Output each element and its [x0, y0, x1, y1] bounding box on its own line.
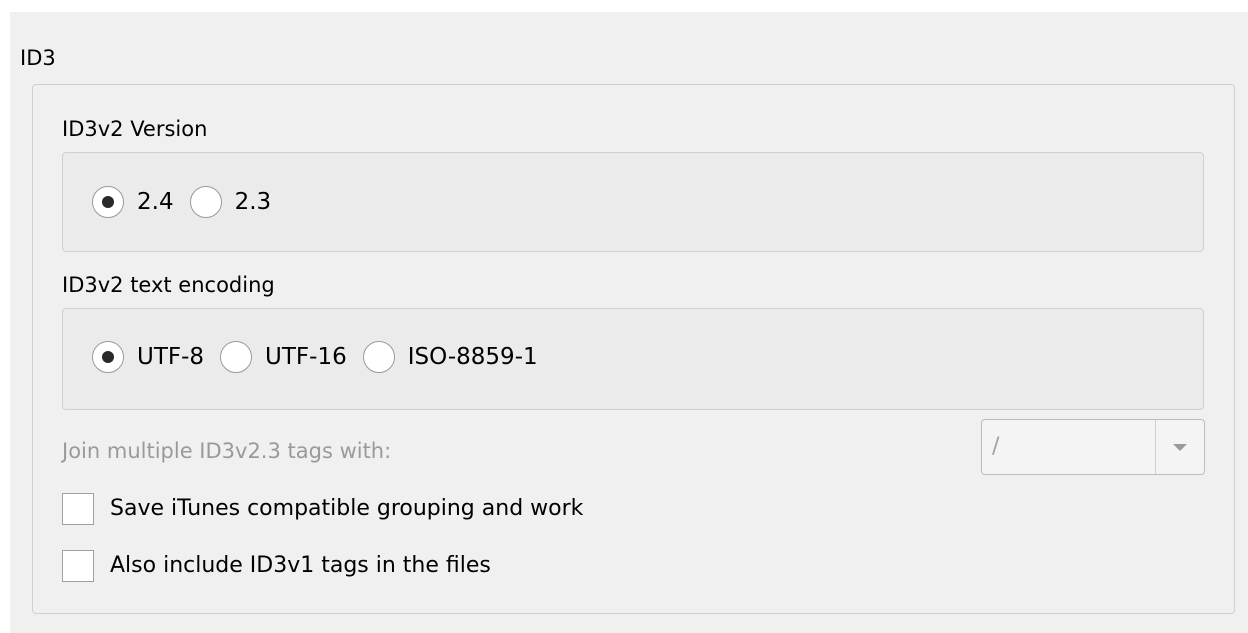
radio-label: 2.4: [137, 189, 174, 215]
join-separator-combobox[interactable]: /: [981, 419, 1205, 475]
radio-encoding-utf16[interactable]: UTF-16: [220, 341, 347, 373]
checkbox-label: Also include ID3v1 tags in the files: [110, 553, 491, 578]
include-id3v1-checkbox-row[interactable]: Also include ID3v1 tags in the files: [62, 550, 491, 582]
radio-selected-dot-icon: [102, 196, 114, 208]
save-itunes-grouping-checkbox-row[interactable]: Save iTunes compatible grouping and work: [62, 493, 583, 525]
radio-version-2-3[interactable]: 2.3: [189, 186, 272, 218]
id3v2-version-title: ID3v2 Version: [62, 117, 208, 141]
radio-button-icon[interactable]: [189, 186, 222, 218]
checkbox-label: Save iTunes compatible grouping and work: [110, 496, 584, 521]
radio-label: UTF-16: [265, 344, 347, 370]
radio-button-icon[interactable]: [362, 341, 395, 373]
radio-button-icon[interactable]: [220, 341, 253, 373]
combobox-dropdown-button[interactable]: [1155, 420, 1204, 474]
id3v2-version-radio-group: 2.4 2.3: [92, 186, 287, 218]
chevron-down-icon: [1173, 443, 1187, 451]
radio-encoding-utf8[interactable]: UTF-8: [92, 341, 204, 373]
radio-version-2-4[interactable]: 2.4: [92, 186, 174, 218]
include-id3v1-checkbox[interactable]: [62, 550, 94, 582]
radio-encoding-iso-8859-1[interactable]: ISO-8859-1: [362, 341, 538, 373]
join-tags-label: Join multiple ID3v2.3 tags with:: [62, 439, 392, 463]
radio-label: 2.3: [234, 189, 272, 215]
id3v2-encoding-radio-group: UTF-8 UTF-16 ISO-8859-1: [92, 341, 554, 373]
radio-label: UTF-8: [137, 344, 205, 370]
save-itunes-grouping-checkbox[interactable]: [62, 493, 94, 525]
radio-button-icon[interactable]: [92, 186, 124, 218]
radio-label: ISO-8859-1: [407, 344, 538, 370]
id3v2-encoding-title: ID3v2 text encoding: [62, 273, 275, 297]
id3-group-title: ID3: [20, 46, 56, 70]
radio-selected-dot-icon: [102, 351, 114, 363]
radio-button-icon[interactable]: [92, 341, 124, 373]
join-separator-value[interactable]: /: [982, 420, 1155, 474]
